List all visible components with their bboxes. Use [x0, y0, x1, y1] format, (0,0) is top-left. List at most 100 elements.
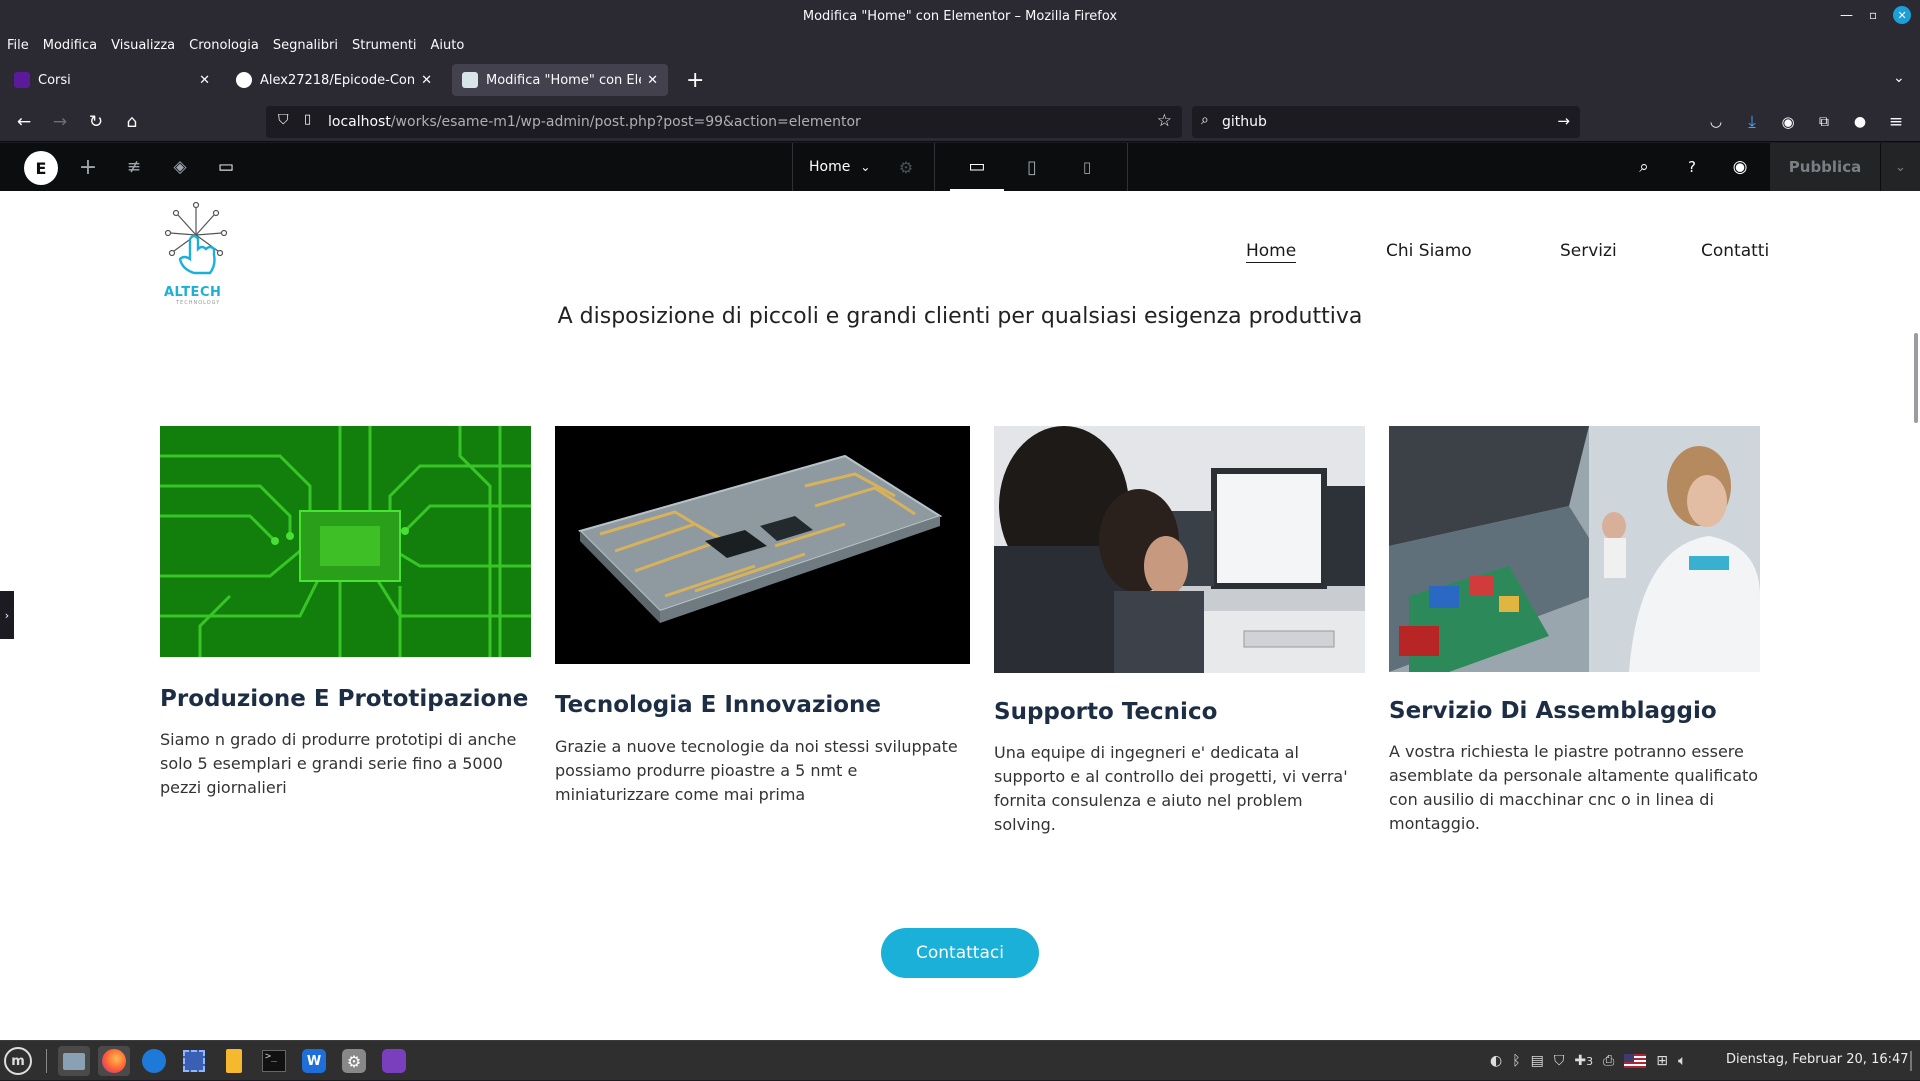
github-desktop-icon[interactable] — [378, 1046, 410, 1076]
contattaci-button[interactable]: Contattaci — [881, 928, 1039, 978]
menu-file[interactable]: File — [7, 38, 29, 53]
site-nav-servizi[interactable]: Servizi — [1560, 241, 1617, 261]
network-icon[interactable]: ⊞ — [1656, 1053, 1668, 1069]
close-tab-icon[interactable]: ✕ — [199, 73, 210, 88]
tray: ◐ ᛒ ▤ ⛉ ✚3 ⎙ ⊞ 🔈︎ — [1490, 1041, 1686, 1081]
close-window-icon[interactable]: ✕ — [1893, 6, 1912, 24]
thunderbird-icon[interactable] — [138, 1046, 170, 1076]
firefox-icon[interactable] — [98, 1046, 130, 1076]
menu-visualizza[interactable]: Visualizza — [111, 38, 175, 53]
new-tab-icon[interactable]: + — [686, 68, 704, 93]
extensions-icon[interactable]: ⧉ — [1812, 110, 1836, 134]
site-nav-chi-siamo[interactable]: Chi Siamo — [1386, 241, 1472, 261]
contattaci-label: Contattaci — [916, 943, 1004, 963]
vscode-icon[interactable]: W — [298, 1046, 330, 1076]
printer-icon[interactable]: ⎙ — [1603, 1053, 1614, 1069]
close-tab-icon[interactable]: ✕ — [647, 73, 658, 88]
card-title-produzione: Produzione E Prototipazione — [160, 686, 529, 712]
updates-badge: 3 — [1586, 1055, 1594, 1068]
tab-corsi[interactable]: Corsi ✕ — [4, 64, 220, 96]
tab-github[interactable]: Alex27218/Epicode-Conseg ✕ — [226, 64, 442, 96]
preview-eye-icon[interactable]: ◉ — [1728, 155, 1752, 179]
tagline: A disposizione di piccoli e grandi clien… — [557, 304, 1363, 329]
app-menu-icon[interactable]: ≡ — [1884, 110, 1908, 134]
downloads-icon[interactable]: ⤓ — [1740, 110, 1764, 134]
publish-options-button[interactable]: ⌄ — [1880, 143, 1920, 191]
url-bar[interactable]: ⛉ ▯ localhost/works/esame-m1/wp-admin/po… — [266, 106, 1182, 138]
extension-icon[interactable]: ● — [1848, 110, 1872, 134]
github-icon — [236, 72, 252, 88]
menu-modifica[interactable]: Modifica — [43, 38, 97, 53]
window-titlebar: Modifica "Home" con Elementor – Mozilla … — [0, 0, 1920, 32]
shield-tray-icon[interactable]: ⛉ — [1554, 1053, 1565, 1069]
close-tab-icon[interactable]: ✕ — [421, 73, 432, 88]
clock[interactable]: Dienstag, Februar 20, 16:47 — [1726, 1052, 1909, 1067]
forward-icon[interactable]: → — [48, 110, 72, 134]
maximize-icon[interactable]: ▫ — [1869, 8, 1877, 22]
settings-icon[interactable]: ⚙ — [338, 1046, 370, 1076]
page-icon[interactable]: ▯ — [304, 112, 311, 127]
menubar: File Modifica Visualizza Cronologia Segn… — [0, 32, 1920, 58]
card-text-tecnologia: Grazie a nuove tecnologie da noi stessi … — [555, 737, 958, 804]
discord-icon[interactable]: ◐ — [1490, 1053, 1502, 1069]
comments-icon[interactable]: ▭ — [214, 155, 238, 179]
panel-toggle-button[interactable]: › — [0, 591, 14, 639]
account-icon[interactable]: ◉ — [1776, 110, 1800, 134]
tablet-view-icon[interactable]: ▯ — [1020, 155, 1044, 179]
menu-strumenti[interactable]: Strumenti — [352, 38, 417, 53]
site-nav-contatti[interactable]: Contatti — [1701, 241, 1769, 261]
home-icon[interactable]: ⌂ — [120, 110, 144, 134]
bookmark-star-icon[interactable]: ☆ — [1157, 111, 1172, 131]
tab-elementor[interactable]: Modifica "Home" con Eleme ✕ — [452, 64, 668, 96]
publish-button[interactable]: Pubblica — [1770, 143, 1880, 191]
terminal-icon[interactable]: >_ — [258, 1046, 290, 1076]
bluetooth-icon[interactable]: ᛒ — [1512, 1053, 1520, 1069]
search-bar[interactable]: ⌕ github → — [1192, 106, 1580, 138]
card-title-tecnologia: Tecnologia E Innovazione — [555, 692, 881, 718]
taskbar-separator — [46, 1049, 47, 1073]
card-title-supporto: Supporto Tecnico — [994, 699, 1218, 725]
search-go-icon[interactable]: → — [1557, 112, 1570, 130]
page-selector-label: Home — [809, 159, 851, 175]
card-image-assembly — [1389, 426, 1760, 672]
minimize-icon[interactable]: — — [1840, 8, 1853, 23]
desktop-view-icon[interactable]: ▭ — [950, 143, 1004, 191]
site-nav-home[interactable]: Home — [1246, 241, 1297, 263]
elementor-topbar: E + ≢ ◈ ▭ Home ⌄ ⚙ ▭ ▯ ▯ ⌕ ? ◉ Pubblica … — [0, 143, 1920, 191]
menu-aiuto[interactable]: Aiuto — [431, 38, 465, 53]
page-scrollbar[interactable] — [1914, 333, 1918, 423]
menu-segnalibri[interactable]: Segnalibri — [273, 38, 338, 53]
card-text-assemblaggio: A vostra richiesta le piastre potranno e… — [1389, 742, 1759, 833]
reload-icon[interactable]: ↻ — [84, 110, 108, 134]
menu-cronologia[interactable]: Cronologia — [189, 38, 259, 53]
calculator-icon[interactable] — [218, 1046, 250, 1076]
structure-layers-icon[interactable]: ◈ — [168, 155, 192, 179]
show-desktop-handle[interactable] — [1910, 1051, 1912, 1071]
add-element-icon[interactable]: + — [76, 155, 100, 180]
publish-label: Pubblica — [1788, 158, 1862, 176]
clipboard-icon[interactable]: ▤ — [1531, 1053, 1544, 1069]
page-settings-icon[interactable]: ⚙ — [894, 155, 918, 179]
tab-label: Modifica "Home" con Eleme — [486, 72, 641, 88]
card-image-pcb — [160, 426, 531, 657]
keyboard-layout-flag-icon[interactable] — [1624, 1054, 1647, 1068]
volume-icon[interactable]: 🔈︎ — [1678, 1053, 1686, 1069]
files-icon[interactable] — [58, 1046, 90, 1076]
screenshot-icon[interactable] — [178, 1046, 210, 1076]
elementor-logo-icon[interactable]: E — [24, 151, 58, 185]
window-title: Modifica "Home" con Elementor – Mozilla … — [802, 8, 1118, 24]
shield-icon[interactable]: ⛉ — [278, 112, 289, 128]
back-icon[interactable]: ← — [12, 110, 36, 134]
updates-icon[interactable]: ✚3 — [1574, 1053, 1593, 1069]
search-icon: ⌕ — [1201, 112, 1209, 128]
finder-search-icon[interactable]: ⌕ — [1632, 155, 1656, 179]
pocket-icon[interactable]: ◡ — [1704, 110, 1728, 134]
site-settings-icon[interactable]: ≢ — [122, 155, 146, 179]
site-logo[interactable]: ALTECH TECHNOLOGY — [160, 199, 232, 306]
help-icon[interactable]: ? — [1680, 155, 1704, 179]
search-input[interactable]: github — [1222, 114, 1267, 130]
list-all-tabs-icon[interactable]: ⌄ — [1893, 70, 1905, 86]
chevron-down-icon: ⌄ — [1895, 159, 1906, 175]
mobile-view-icon[interactable]: ▯ — [1075, 155, 1099, 179]
mint-menu-icon[interactable]: m — [4, 1047, 32, 1075]
